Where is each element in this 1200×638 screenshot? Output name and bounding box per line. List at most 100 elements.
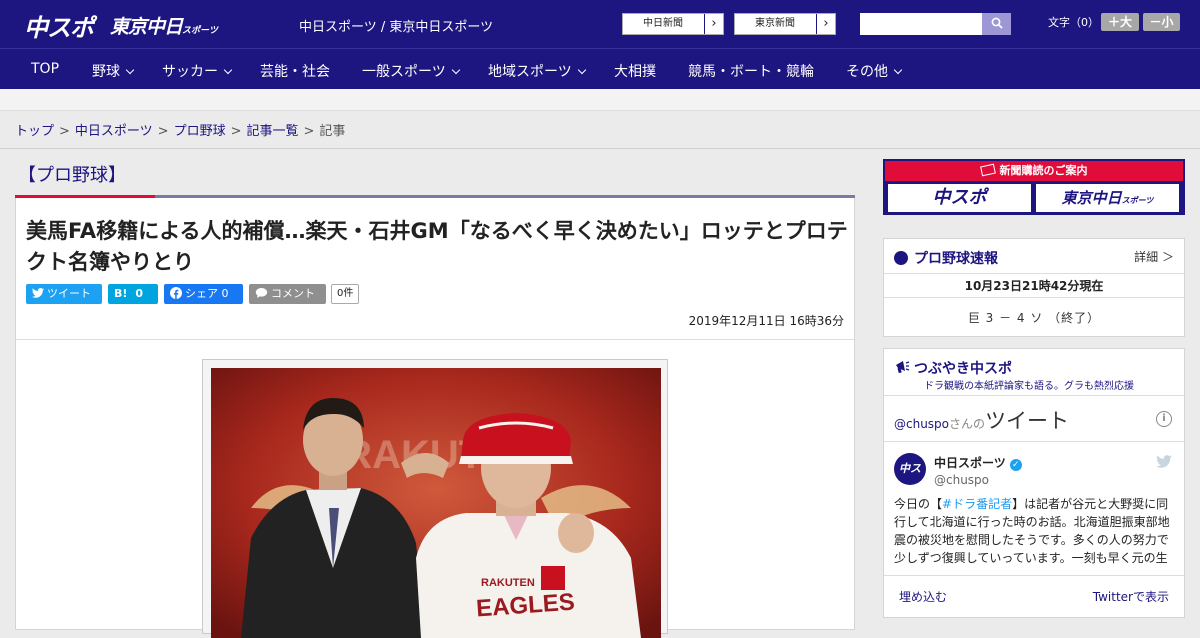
- svg-text:RAKUTEN: RAKUTEN: [481, 577, 535, 589]
- chevron-down-icon: [125, 65, 135, 75]
- score-timestamp: 10月23日21時42分現在: [884, 273, 1184, 298]
- baseball-score-widget: プロ野球速報 詳細 ＞ 10月23日21時42分現在 巨 3 － 4 ソ （終了…: [883, 238, 1185, 337]
- nav-label: 野球: [92, 64, 120, 80]
- main-nav: TOP 野球 サッカー 芸能・社会 一般スポーツ 地域スポーツ 大相撲 競馬・ボ…: [0, 48, 1200, 89]
- chunichi-shimbun-label: 中日新聞: [643, 18, 683, 29]
- tweets-title-text: つぶやき中スポ: [914, 361, 1012, 377]
- tweet-label: ツイート: [47, 287, 91, 300]
- site-header: 中スポ 東京中日スポーツ 中日スポーツ / 東京中日スポーツ 中日新聞 › 東京新…: [0, 0, 1200, 48]
- speech-bubble-icon: [255, 288, 268, 298]
- embed-link[interactable]: 埋め込む: [899, 588, 947, 605]
- nav-item-sumo[interactable]: 大相撲: [614, 61, 656, 81]
- verified-icon: ✓: [1009, 459, 1022, 471]
- article-divider: [16, 339, 854, 340]
- subscription-title-text: 新聞購読のご案内: [999, 164, 1088, 177]
- search-button[interactable]: [982, 13, 1011, 35]
- tweet-author-handle[interactable]: @chuspo: [934, 473, 989, 487]
- subscription-title: 新聞購読のご案内: [885, 161, 1183, 181]
- nav-label: 地域スポーツ: [488, 64, 572, 80]
- site-title: 中日スポーツ / 東京中日スポーツ: [299, 20, 494, 35]
- nav-label: 芸能・社会: [260, 64, 330, 80]
- megaphone-icon: [896, 361, 910, 374]
- breadcrumb-link-baseball[interactable]: プロ野球: [174, 124, 226, 139]
- subscribe-tokyo-logo[interactable]: 東京中日スポーツ: [1036, 184, 1179, 212]
- tweets-san: さんの: [949, 417, 986, 431]
- header-spacer: [0, 89, 1200, 111]
- search-icon: [991, 17, 1003, 29]
- chevron-down-icon: [577, 65, 586, 75]
- subscribe-tokyo-sub: スポーツ: [1121, 195, 1154, 205]
- breadcrumb-link-chunichi[interactable]: 中日スポーツ: [75, 124, 153, 139]
- breadcrumb-current: 記事: [319, 124, 346, 139]
- search-input[interactable]: [860, 13, 982, 35]
- twitter-bird-icon[interactable]: [1156, 455, 1172, 472]
- chevron-down-icon: [893, 65, 903, 75]
- view-on-twitter-link[interactable]: Twitterで表示: [1093, 588, 1169, 605]
- nav-item-entertainment[interactable]: 芸能・社会: [260, 61, 330, 81]
- category-label[interactable]: 【プロ野球】: [18, 161, 126, 187]
- comment-count[interactable]: 0件: [331, 284, 360, 304]
- nav-label: TOP: [31, 61, 60, 77]
- nav-item-soccer[interactable]: サッカー: [162, 61, 233, 81]
- breadcrumb-separator: >: [59, 124, 70, 139]
- tweets-handle-link[interactable]: @chuspo: [894, 417, 949, 431]
- chevron-right-icon: ›: [704, 14, 723, 34]
- tokyo-shimbun-button[interactable]: 東京新聞 ›: [734, 13, 836, 35]
- tweets-footer: 埋め込む Twitterで表示: [884, 575, 1184, 617]
- nav-item-racing[interactable]: 競馬・ボート・競輪: [688, 61, 814, 81]
- nav-label: 一般スポーツ: [362, 64, 446, 80]
- nav-label: 大相撲: [614, 64, 656, 80]
- article-photo[interactable]: RAKUTEN EAGLES RAKUTEN: [211, 368, 661, 638]
- info-icon[interactable]: i: [1156, 411, 1172, 427]
- divider: [884, 395, 1184, 396]
- facebook-share-button[interactable]: シェア 0: [164, 284, 243, 304]
- tokyo-shimbun-label: 東京新聞: [755, 18, 795, 29]
- subscription-banner[interactable]: 新聞購読のご案内 中スポ 東京中日スポーツ: [883, 159, 1185, 215]
- subscribe-chuspo-logo[interactable]: 中スポ: [888, 184, 1031, 212]
- tweet-button[interactable]: ツイート: [26, 284, 102, 304]
- hatena-bookmark-button[interactable]: B! 0: [108, 284, 158, 304]
- nav-item-baseball[interactable]: 野球: [92, 61, 135, 81]
- divider: [884, 441, 1184, 442]
- tweets-header: @chuspoさんのツイート: [894, 405, 1069, 435]
- breadcrumb-separator: >: [230, 124, 242, 139]
- baseball-icon: [894, 251, 908, 265]
- nav-item-general-sports[interactable]: 一般スポーツ: [362, 61, 460, 81]
- article-card: 美馬FA移籍による人的補償…楽天・石井GM「なるべく早く決めたい」ロッテとプロテ…: [15, 198, 855, 638]
- nav-label: 競馬・ボート・競輪: [688, 64, 814, 80]
- chuspo-logo[interactable]: 中スポ: [24, 8, 94, 43]
- nav-item-local-sports[interactable]: 地域スポーツ: [488, 61, 586, 81]
- tweet-author-name[interactable]: 中日スポーツ ✓: [934, 454, 1022, 471]
- tweet-hashtag[interactable]: #ドラ番記者: [942, 497, 1012, 511]
- article-headline: 美馬FA移籍による人的補償…楽天・石井GM「なるべく早く決めたい」ロッテとプロテ…: [26, 219, 848, 274]
- twitter-widget: つぶやき中スポ ドラ観戦の本紙評論家も語る。グラも熱烈応援 @chuspoさんの…: [883, 348, 1185, 618]
- hatena-count: 0: [135, 287, 144, 300]
- avatar[interactable]: 中スポ: [894, 453, 926, 507]
- tweet-text-pre: 今日の【: [894, 497, 943, 511]
- nav-label: その他: [846, 64, 888, 80]
- font-size-label: 文字（0）: [1048, 16, 1099, 29]
- font-smaller-button[interactable]: －小: [1143, 13, 1180, 31]
- tweet-author-text: 中日スポーツ: [934, 456, 1006, 470]
- nav-label: サッカー: [162, 64, 218, 80]
- chevron-right-icon: ›: [816, 14, 835, 34]
- breadcrumb-link-list[interactable]: 記事一覧: [247, 124, 299, 139]
- tokyo-chunichi-logo[interactable]: 東京中日スポーツ: [110, 12, 218, 39]
- breadcrumb-link-top[interactable]: トップ: [15, 124, 54, 139]
- score-details-link[interactable]: 詳細 ＞: [1134, 248, 1174, 265]
- score-result[interactable]: 巨 3 － 4 ソ （終了）: [884, 309, 1184, 326]
- facebook-icon: [170, 287, 182, 299]
- tweet-text: 今日の【#ドラ番記者】は記者が谷元と大野奨に同行して北海道に行った時のお話。北海…: [894, 495, 1176, 569]
- nav-item-other[interactable]: その他: [846, 61, 903, 81]
- article-date: 2019年12月11日 16時36分: [688, 314, 844, 328]
- newspaper-icon: [979, 163, 996, 177]
- comment-button[interactable]: コメント: [249, 284, 326, 304]
- breadcrumb-separator: >: [303, 124, 315, 139]
- subscribe-tokyo-text: 東京中日: [1061, 189, 1122, 207]
- chunichi-shimbun-button[interactable]: 中日新聞 ›: [622, 13, 724, 35]
- tweets-heading: ツイート: [985, 409, 1070, 433]
- font-larger-button[interactable]: ＋大: [1101, 13, 1139, 31]
- tokyo-logo-text: 東京中日: [110, 16, 183, 38]
- tweets-subtitle: ドラ観戦の本紙評論家も語る。グラも熱烈応援: [924, 381, 1134, 392]
- nav-item-top[interactable]: TOP: [31, 61, 59, 77]
